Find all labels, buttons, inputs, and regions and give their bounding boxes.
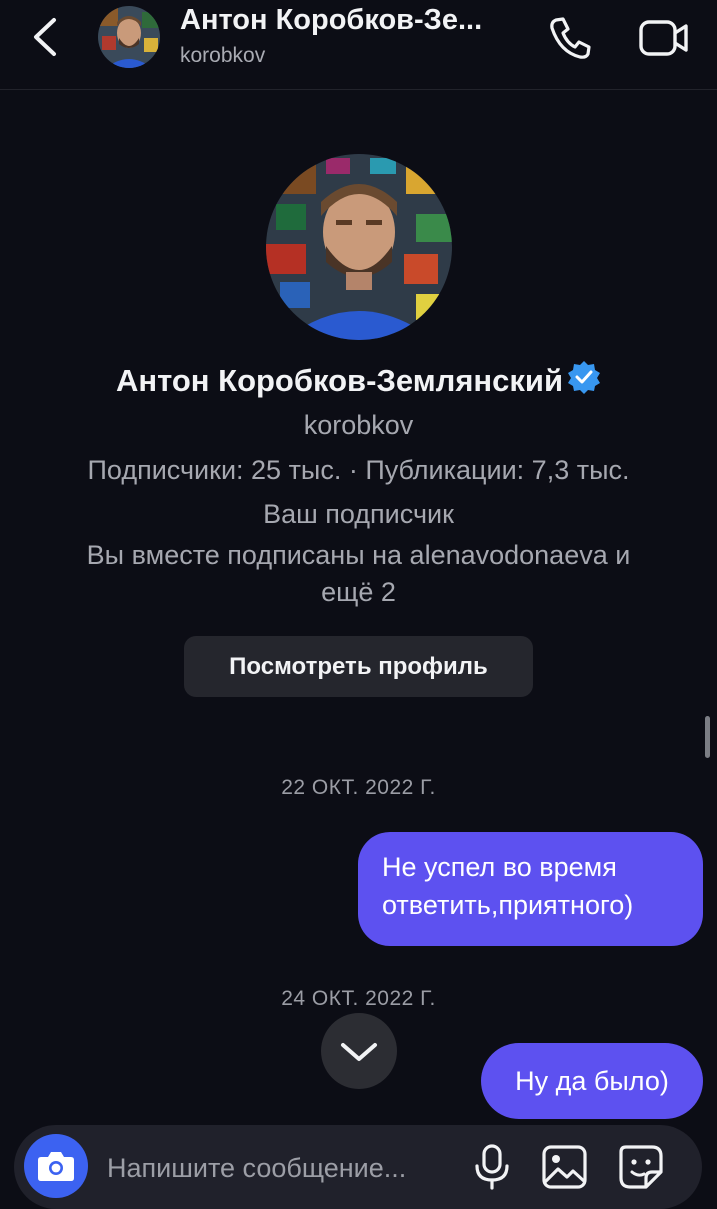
message-input[interactable] <box>107 1148 462 1188</box>
follows-you-label: Ваш подписчик <box>263 499 454 529</box>
scroll-to-bottom-button[interactable] <box>321 1013 397 1089</box>
verified-badge-icon <box>568 361 601 394</box>
sent-message-bubble[interactable]: Ну да было) <box>481 1043 703 1119</box>
profile-full-name-text: Антон Коробков-Землянский <box>115 363 564 398</box>
profile-full-name: Антон Коробков-Землянский <box>0 360 717 399</box>
camera-button[interactable] <box>24 1134 88 1198</box>
microphone-icon[interactable] <box>472 1142 512 1192</box>
profile-stats: Подписчики: 25 тыс. · Публикации: 7,3 ты… <box>87 455 630 485</box>
header-username[interactable]: korobkov <box>180 44 265 68</box>
chat-header: Антон Коробков-Зе... korobkov <box>0 0 717 90</box>
message-text-line: ответить,приятного) <box>382 890 634 920</box>
header-avatar[interactable] <box>98 6 160 68</box>
profile-username: korobkov <box>303 410 414 440</box>
header-contact-name[interactable]: Антон Коробков-Зе... <box>180 4 482 37</box>
gallery-icon[interactable] <box>540 1142 590 1192</box>
profile-avatar[interactable] <box>266 154 452 340</box>
mutual-followers-line2: ещё 2 <box>321 577 396 607</box>
phone-icon[interactable] <box>546 14 594 62</box>
chevron-down-icon <box>341 1043 377 1061</box>
date-separator: 24 ОКТ. 2022 Г. <box>281 987 436 1010</box>
date-separator: 22 ОКТ. 2022 Г. <box>281 776 436 799</box>
video-camera-icon[interactable] <box>638 16 690 60</box>
scrollbar[interactable] <box>705 716 710 758</box>
back-arrow-icon[interactable] <box>26 14 66 60</box>
sticker-icon[interactable] <box>616 1142 666 1192</box>
view-profile-button[interactable]: Посмотреть профиль <box>184 636 533 697</box>
message-text-line: Не успел во время <box>382 852 617 882</box>
sent-message-bubble[interactable]: Не успел во время ответить,приятного) <box>358 832 703 946</box>
mutual-followers-line1: Вы вместе подписаны на alenavodonaeva и <box>86 540 631 570</box>
camera-icon <box>38 1152 74 1181</box>
